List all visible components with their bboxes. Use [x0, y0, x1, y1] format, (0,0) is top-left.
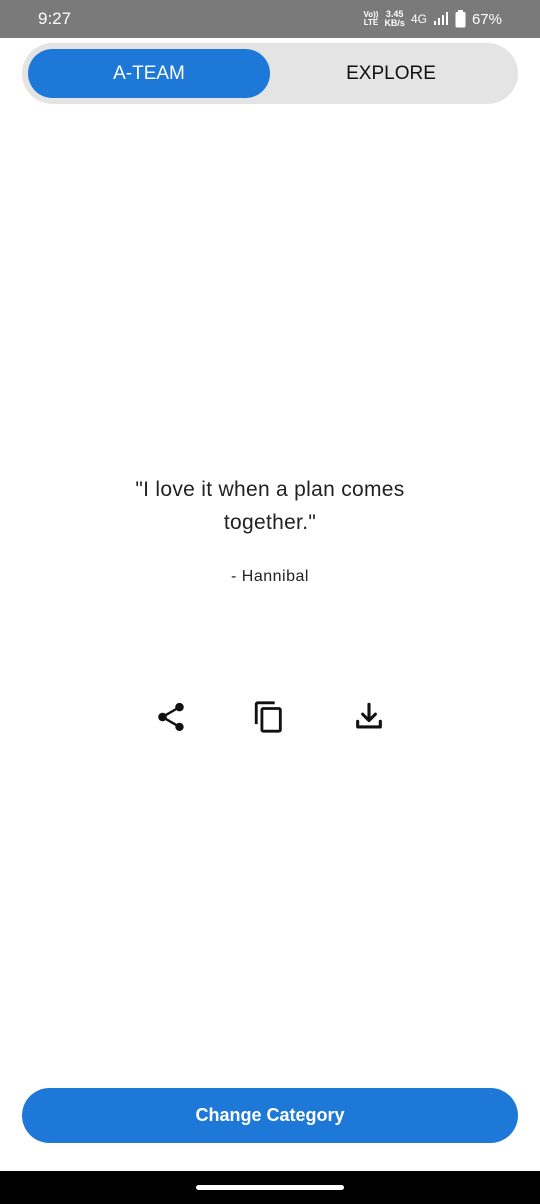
tab-explore[interactable]: EXPLORE	[270, 49, 512, 98]
download-icon[interactable]	[352, 700, 386, 734]
quote-text: "I love it when a plan comes together."	[135, 478, 405, 534]
status-bar: 9:27 Vo)) LTE 3.45 KB/s 4G 67%	[0, 0, 540, 38]
home-indicator[interactable]	[196, 1185, 344, 1190]
volte-indicator: Vo)) LTE	[363, 11, 378, 27]
copy-icon[interactable]	[252, 700, 286, 734]
tab-a-team[interactable]: A-TEAM	[28, 49, 270, 98]
category-tab-switcher: A-TEAM EXPLORE	[22, 43, 518, 104]
network-type: 4G	[410, 12, 427, 26]
speed-unit: KB/s	[384, 18, 405, 28]
network-speed: 3.45 KB/s	[384, 10, 405, 28]
battery-icon	[455, 10, 466, 28]
change-category-button[interactable]: Change Category	[22, 1088, 518, 1143]
signal-icon	[433, 12, 448, 25]
system-nav-bar	[0, 1171, 540, 1204]
share-icon[interactable]	[154, 700, 188, 734]
status-time: 9:27	[38, 9, 72, 28]
battery-percent: 67%	[471, 10, 502, 28]
status-indicators: Vo)) LTE 3.45 KB/s 4G 67%	[363, 9, 502, 29]
quote-author: - Hannibal	[231, 568, 309, 585]
volte-bottom: LTE	[363, 18, 379, 27]
